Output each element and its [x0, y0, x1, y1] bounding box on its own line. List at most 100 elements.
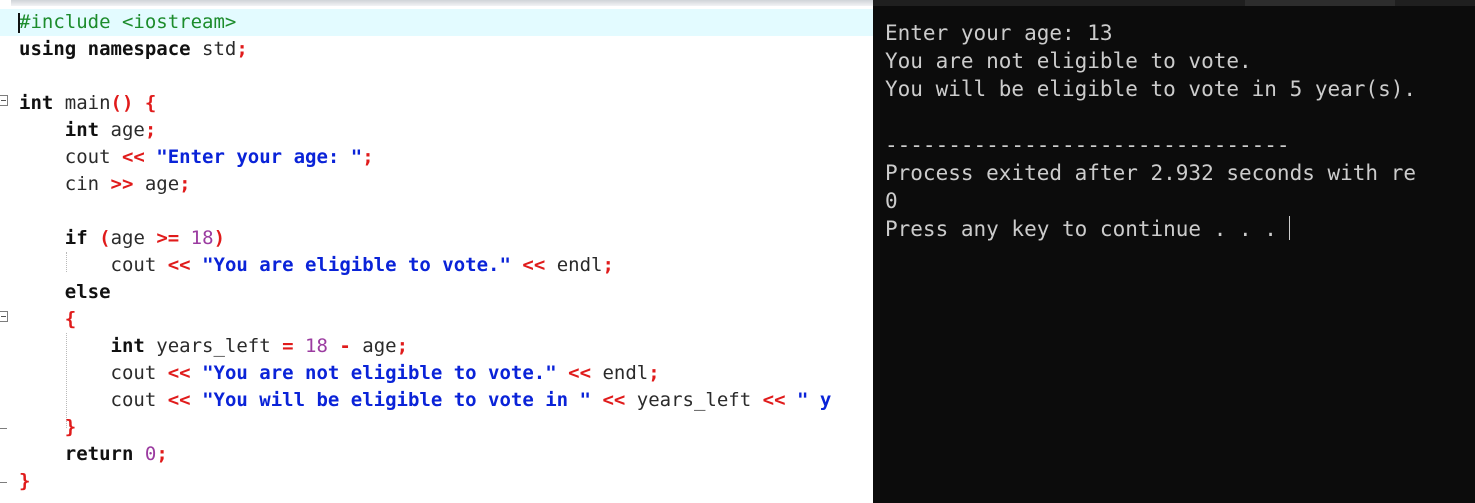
- console-title-strip: [873, 0, 1475, 6]
- code-line[interactable]: int main() {: [19, 90, 873, 117]
- code-token: if: [64, 227, 88, 249]
- code-token: age: [350, 335, 397, 357]
- code-token: {: [64, 308, 77, 330]
- code-token: cout: [19, 254, 168, 276]
- code-token: ): [213, 227, 226, 249]
- console-line-text: You will be eligible to vote in 5 year(s…: [885, 77, 1417, 101]
- console-line: Press any key to continue . . .: [885, 215, 1416, 243]
- code-line[interactable]: [19, 198, 873, 225]
- code-token: else: [64, 281, 111, 303]
- code-token: cout: [19, 146, 122, 168]
- code-token: -: [339, 335, 351, 357]
- code-token: return: [64, 443, 134, 465]
- code-token: }: [19, 470, 31, 492]
- code-token: #include <iostream>: [19, 11, 237, 33]
- code-token: >=: [156, 227, 180, 249]
- code-line[interactable]: int years_left = 18 - age;: [19, 333, 873, 360]
- console-tab[interactable]: [1245, 0, 1395, 6]
- code-line[interactable]: cin >> age;: [19, 171, 873, 198]
- code-line[interactable]: cout << "You are eligible to vote." << e…: [19, 252, 873, 279]
- code-token: std: [190, 38, 237, 60]
- code-token: ;: [648, 362, 660, 384]
- code-token: int: [64, 119, 100, 141]
- code-token: 18: [190, 227, 214, 249]
- code-token: years_left: [625, 389, 763, 411]
- console-line-text: --------------------------------: [885, 133, 1290, 157]
- code-line[interactable]: if (age >= 18): [19, 225, 873, 252]
- code-token: ;: [156, 443, 168, 465]
- code-line[interactable]: cout << "Enter your age: ";: [19, 144, 873, 171]
- code-token: <<: [167, 389, 191, 411]
- code-token: <<: [522, 254, 546, 276]
- code-line[interactable]: using namespace std;: [19, 36, 873, 63]
- code-token: main: [53, 92, 111, 114]
- code-editor[interactable]: #include <iostream> using namespace std; …: [0, 0, 873, 503]
- code-token: age: [99, 119, 145, 141]
- code-line[interactable]: {: [19, 306, 873, 333]
- text-cursor: [18, 13, 20, 33]
- code-line[interactable]: cout << "You will be eligible to vote in…: [19, 387, 873, 414]
- code-line[interactable]: return 0;: [19, 441, 873, 468]
- code-token: (): [110, 92, 134, 114]
- fold-collapse-main-icon[interactable]: [0, 95, 8, 106]
- code-token: {: [144, 92, 157, 114]
- code-token: <<: [602, 389, 626, 411]
- code-token: int: [19, 92, 54, 114]
- code-token: >>: [110, 173, 134, 195]
- code-line[interactable]: else: [19, 279, 873, 306]
- code-token: ;: [236, 38, 248, 60]
- code-line[interactable]: #include <iostream>: [0, 9, 873, 36]
- fold-collapse-else-icon[interactable]: [0, 311, 8, 322]
- console-line: 0: [885, 187, 1416, 215]
- editor-tab-strip: [0, 0, 873, 6]
- code-token: cin: [19, 173, 111, 195]
- code-token: "You are eligible to vote.": [202, 254, 511, 276]
- code-token: ;: [396, 335, 409, 357]
- console-line-text: Press any key to continue . . .: [885, 217, 1277, 241]
- code-token: 18: [305, 335, 328, 357]
- editor-gutter: [0, 0, 11, 503]
- code-token: cout: [19, 362, 168, 384]
- code-token: ;: [179, 173, 191, 195]
- code-token: age: [133, 173, 180, 195]
- code-line[interactable]: [19, 63, 873, 90]
- code-token: "You are not eligible to vote.": [202, 362, 557, 384]
- code-token: ;: [362, 146, 374, 168]
- code-line[interactable]: int age;: [19, 117, 873, 144]
- code-token: using namespace: [19, 38, 191, 60]
- code-token: "You will be eligible to vote in ": [202, 389, 591, 411]
- code-line[interactable]: }: [19, 468, 873, 495]
- console-line: --------------------------------: [885, 131, 1416, 159]
- code-token: cout: [19, 389, 168, 411]
- code-token: endl: [545, 254, 603, 276]
- console-window[interactable]: Enter your age: 13 You are not eligible t…: [873, 0, 1475, 503]
- console-line: Enter your age: 13: [885, 19, 1416, 47]
- console-output: Enter your age: 13 You are not eligible t…: [885, 19, 1416, 243]
- code-token: 0: [144, 443, 157, 465]
- code-line[interactable]: }: [19, 414, 873, 441]
- code-token: int: [110, 335, 145, 357]
- code-lines[interactable]: #include <iostream> using namespace std; …: [0, 9, 873, 495]
- console-line-text: Enter your age: 13: [885, 21, 1113, 45]
- console-cursor: [1288, 216, 1290, 240]
- code-token: age: [110, 227, 157, 249]
- console-line: Process exited after 2.932 seconds with …: [885, 159, 1416, 187]
- code-line[interactable]: cout << "You are not eligible to vote." …: [19, 360, 873, 387]
